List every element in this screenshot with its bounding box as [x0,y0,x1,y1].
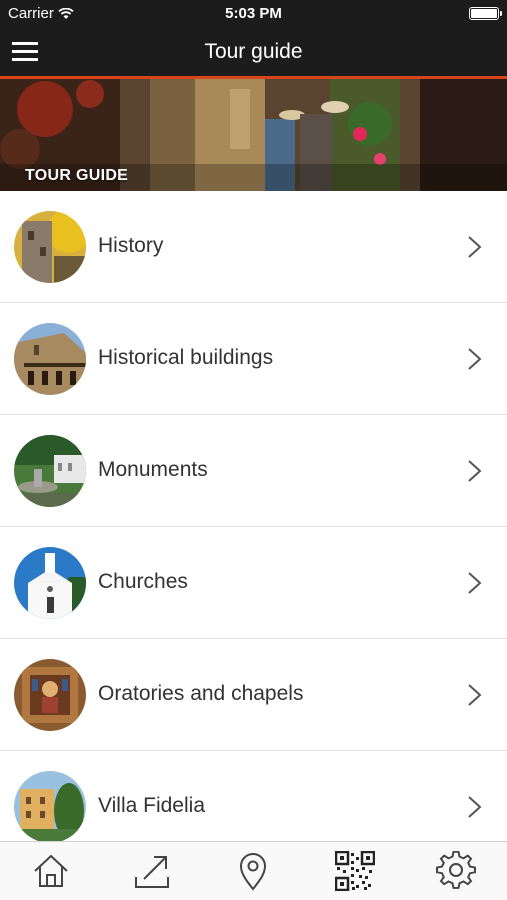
status-time: 5:03 PM [225,5,282,22]
share-icon [135,856,170,888]
hero-banner: TOUR GUIDE [0,79,507,191]
tab-settings[interactable] [434,849,478,893]
settings-gear-icon [436,851,477,889]
tab-map[interactable] [231,849,275,893]
villa-fidelia-thumbnail [14,771,86,843]
tab-qr-scanner[interactable] [333,849,377,893]
oratories-thumbnail [14,659,86,731]
category-list: History Historical buildings Monuments C… [0,191,507,863]
chevron-right-icon [468,460,482,482]
chevron-right-icon [468,572,482,594]
list-item-label: Churches [98,570,188,593]
status-bar: Carrier 5:03 PM [0,0,507,28]
monuments-thumbnail [14,435,86,507]
churches-thumbnail [14,547,86,619]
list-item-label: Villa Fidelia [98,794,205,817]
qr-code-icon [334,851,375,891]
tab-share[interactable] [130,849,174,893]
navigation-bar: Tour guide [0,28,507,76]
page-title: Tour guide [204,40,303,63]
chevron-right-icon [468,236,482,258]
chevron-right-icon [468,348,482,370]
tab-home[interactable] [29,849,73,893]
list-item-churches[interactable]: Churches [0,527,507,639]
list-item-monuments[interactable]: Monuments [0,415,507,527]
list-item-historical-buildings[interactable]: Historical buildings [0,303,507,415]
list-item-label: Oratories and chapels [98,682,304,705]
history-thumbnail [14,211,86,283]
location-pin-icon [240,853,267,891]
home-icon [34,854,68,887]
battery-icon [469,7,502,20]
list-item-history[interactable]: History [0,191,507,303]
hero-label: TOUR GUIDE [25,167,129,184]
list-item-label: Monuments [98,458,208,481]
chevron-right-icon [468,796,482,818]
chevron-right-icon [468,684,482,706]
list-item-label: History [98,234,164,257]
list-item-oratories-and-chapels[interactable]: Oratories and chapels [0,639,507,751]
list-item-label: Historical buildings [98,346,274,369]
historical-buildings-thumbnail [14,323,86,395]
bottom-tab-bar [0,841,507,900]
